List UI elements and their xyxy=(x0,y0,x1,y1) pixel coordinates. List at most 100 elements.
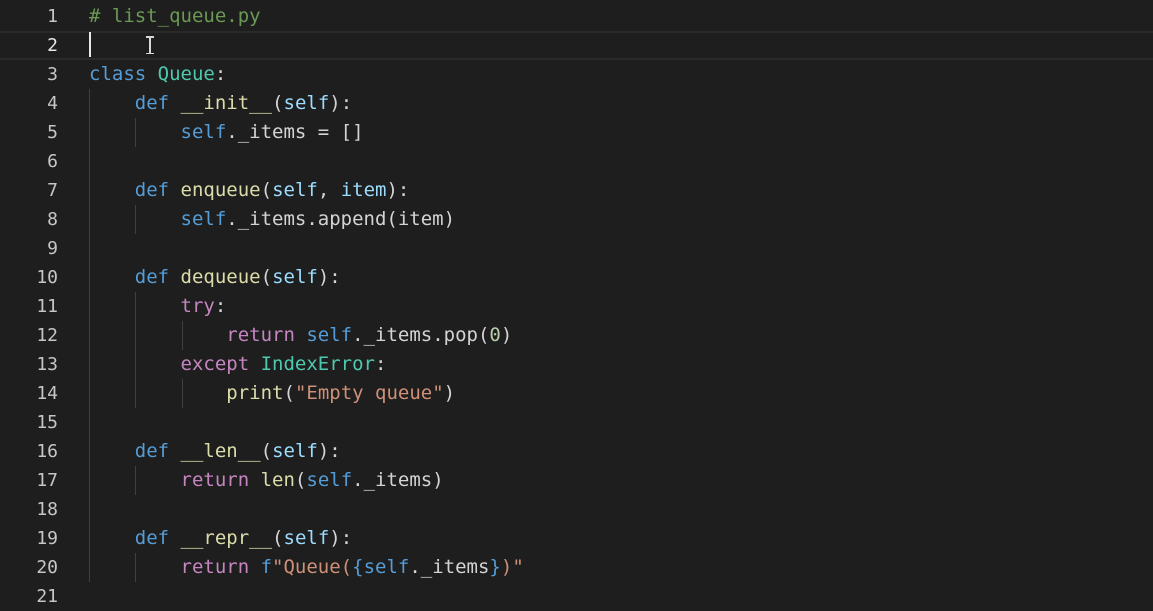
code-token: "Queue( xyxy=(272,556,353,578)
line-number: 18 xyxy=(36,499,58,520)
line-number: 1 xyxy=(47,6,58,27)
text-caret xyxy=(89,32,91,57)
code-token: __len__ xyxy=(180,440,261,462)
code-token: self xyxy=(306,469,353,491)
code-line[interactable]: 21 xyxy=(0,582,1153,611)
code-token: ( xyxy=(283,382,295,404)
code-token: return xyxy=(180,469,261,491)
line-code: # list_queue.py xyxy=(89,2,261,31)
line-code: def __init__(self): xyxy=(89,89,352,118)
line-number: 15 xyxy=(36,412,58,433)
code-token: ._items) xyxy=(352,469,444,491)
code-line[interactable]: 18 xyxy=(0,495,1153,524)
line-number: 11 xyxy=(36,296,58,317)
code-token: ): xyxy=(317,440,341,462)
code-line[interactable]: 17 return len(self._items) xyxy=(0,466,1153,495)
line-code: print("Empty queue") xyxy=(89,379,455,408)
code-token: item xyxy=(340,179,387,201)
code-token: ._items.pop( xyxy=(352,324,490,346)
code-token: except xyxy=(180,353,261,375)
code-editor[interactable]: 1 # list_queue.py 2 3 class Queue: 4 def __in… xyxy=(0,0,1153,611)
line-number: 2 xyxy=(47,35,58,56)
indent-guide xyxy=(135,553,137,582)
code-token: __init__ xyxy=(180,92,273,114)
code-token: def xyxy=(134,92,181,114)
code-token: self xyxy=(272,179,318,201)
code-token: enqueue xyxy=(180,179,261,201)
code-token: } xyxy=(489,556,501,578)
indent-guide xyxy=(181,379,183,408)
indent-guide xyxy=(135,205,137,234)
code-token: f xyxy=(260,556,273,578)
code-token: : xyxy=(214,63,227,85)
line-number: 12 xyxy=(36,325,58,346)
code-token: ._items = [] xyxy=(226,121,364,143)
code-token: ) xyxy=(500,324,513,346)
code-line[interactable]: 7 def enqueue(self, item): xyxy=(0,176,1153,205)
code-token: self xyxy=(363,556,410,578)
code-token: dequeue xyxy=(180,266,261,288)
code-token: self xyxy=(272,266,318,288)
code-line[interactable]: 1 # list_queue.py xyxy=(0,2,1153,31)
code-token: self xyxy=(283,92,330,114)
code-line[interactable]: 6 xyxy=(0,147,1153,176)
text-ibeam-icon xyxy=(145,36,155,54)
code-line[interactable]: 16 def __len__(self): xyxy=(0,437,1153,466)
line-number: 16 xyxy=(36,441,58,462)
code-token: self xyxy=(306,324,353,346)
code-line[interactable]: 14 print("Empty queue") xyxy=(0,379,1153,408)
code-line[interactable]: 15 xyxy=(0,408,1153,437)
code-line[interactable]: 3 class Queue: xyxy=(0,60,1153,89)
line-code: def dequeue(self): xyxy=(89,263,341,292)
code-token: { xyxy=(352,556,364,578)
line-number: 10 xyxy=(36,267,58,288)
code-line[interactable]: 12 return self._items.pop(0) xyxy=(0,321,1153,350)
code-token: : xyxy=(214,295,227,317)
code-token: "Empty queue" xyxy=(294,382,444,404)
code-token: return xyxy=(226,324,307,346)
code-line[interactable]: 8 self._items.append(item) xyxy=(0,205,1153,234)
code-token: ): xyxy=(329,92,353,114)
code-token: return xyxy=(180,556,261,578)
code-line[interactable]: 11 try: xyxy=(0,292,1153,321)
line-number: 20 xyxy=(36,557,58,578)
code-line[interactable]: 10 def dequeue(self): xyxy=(0,263,1153,292)
code-token: ( xyxy=(272,92,284,114)
code-token: ._items xyxy=(409,556,490,578)
code-line[interactable]: 13 except IndexError: xyxy=(0,350,1153,379)
line-code: return len(self._items) xyxy=(89,466,444,495)
code-token: ( xyxy=(272,527,284,549)
code-line[interactable]: 2 xyxy=(0,31,1153,60)
line-number: 14 xyxy=(36,383,58,404)
code-line[interactable]: 9 xyxy=(0,234,1153,263)
line-code: self._items.append(item) xyxy=(89,205,456,234)
code-token: Queue xyxy=(157,63,215,85)
code-token: __repr__ xyxy=(180,527,273,549)
code-token: ) xyxy=(443,382,456,404)
line-code: self._items = [] xyxy=(89,118,364,147)
code-token: 0 xyxy=(489,324,501,346)
code-line[interactable]: 20 return f"Queue({self._items})" xyxy=(0,553,1153,582)
code-line[interactable]: 4 def __init__(self): xyxy=(0,89,1153,118)
code-line[interactable]: 5 self._items = [] xyxy=(0,118,1153,147)
indent-guide xyxy=(89,89,90,582)
line-number: 8 xyxy=(47,209,58,230)
line-code: try: xyxy=(89,292,227,321)
line-code: return f"Queue({self._items})" xyxy=(89,553,524,582)
code-line[interactable]: 19 def __repr__(self): xyxy=(0,524,1153,553)
line-number: 4 xyxy=(47,93,58,114)
line-code: return self._items.pop(0) xyxy=(89,321,512,350)
code-token: ( xyxy=(260,266,273,288)
code-token: class xyxy=(89,63,158,85)
code-token: def xyxy=(134,179,181,201)
line-number: 7 xyxy=(47,180,58,201)
code-token: ): xyxy=(317,266,341,288)
line-number: 17 xyxy=(36,470,58,491)
line-number: 19 xyxy=(36,528,58,549)
line-code: def __repr__(self): xyxy=(89,524,352,553)
